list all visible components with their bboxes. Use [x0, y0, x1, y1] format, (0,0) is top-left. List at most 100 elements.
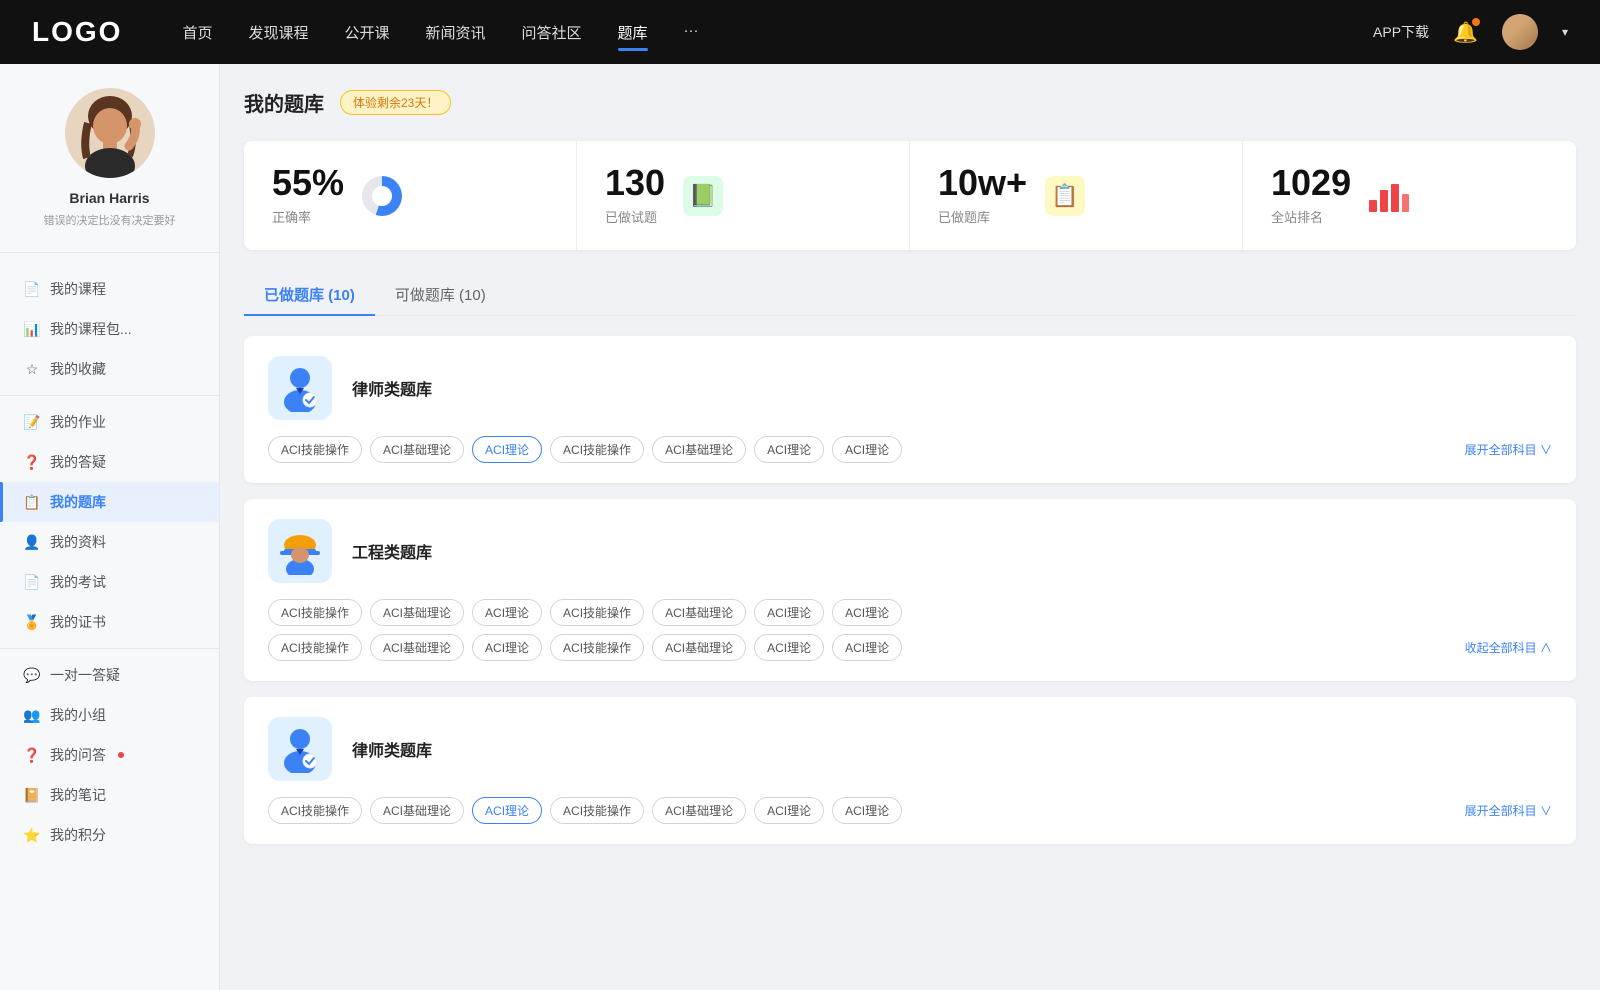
qbank-expand-btn-2[interactable]: 展开全部科目 ∨ — [1465, 802, 1552, 819]
sidebar-label-myqa: 我的问答 — [50, 745, 106, 765]
sidebar-item-group[interactable]: 👥 我的小组 — [0, 695, 219, 735]
homework-icon: 📝 — [24, 414, 40, 430]
qbank-lawyer-2-tags: ACI技能操作 ACI基础理论 ACI理论 ACI技能操作 ACI基础理论 AC… — [268, 797, 1552, 824]
qbank-lawyer-icon — [268, 356, 332, 420]
sidebar-motto: 错误的决定比没有决定要好 — [44, 212, 176, 228]
sidebar-item-favorites[interactable]: ☆ 我的收藏 — [0, 349, 219, 389]
user-dropdown-chevron[interactable]: ▾ — [1562, 25, 1568, 39]
sidebar-item-course-pkg[interactable]: 📊 我的课程包... — [0, 309, 219, 349]
sidebar-item-points[interactable]: ⭐ 我的积分 — [0, 815, 219, 855]
sidebar-item-doubts[interactable]: ❓ 我的答疑 — [0, 442, 219, 482]
tab-todo[interactable]: 可做题库 (10) — [375, 274, 506, 315]
qbank-tag-selected[interactable]: ACI理论 — [472, 797, 542, 824]
qbank-tag[interactable]: ACI理论 — [832, 634, 902, 661]
qbank-tag[interactable]: ACI技能操作 — [550, 797, 644, 824]
rank-chart-icon — [1369, 176, 1409, 216]
sidebar-label-exam: 我的考试 — [50, 572, 106, 592]
qbank-tag[interactable]: ACI基础理论 — [652, 797, 746, 824]
qbank-tag-selected[interactable]: ACI理论 — [472, 436, 542, 463]
qbank-tag[interactable]: ACI技能操作 — [268, 599, 362, 626]
nav-home[interactable]: 首页 — [182, 18, 212, 47]
sidebar-item-course[interactable]: 📄 我的课程 — [0, 269, 219, 309]
qbank-tag[interactable]: ACI技能操作 — [550, 436, 644, 463]
qbank-tag[interactable]: ACI技能操作 — [268, 797, 362, 824]
qbank-expand-btn[interactable]: 展开全部科目 ∨ — [1465, 441, 1552, 458]
menu-divider-1 — [0, 395, 219, 396]
qbank-tag[interactable]: ACI理论 — [832, 436, 902, 463]
sidebar-item-qbank[interactable]: 📋 我的题库 — [0, 482, 219, 522]
stat-accuracy: 55% 正确率 — [244, 141, 577, 250]
qbank-tag[interactable]: ACI技能操作 — [550, 634, 644, 661]
sidebar-item-myqa[interactable]: ❓ 我的问答 — [0, 735, 219, 775]
lawyer-svg — [276, 364, 324, 412]
qbank-tag[interactable]: ACI技能操作 — [550, 599, 644, 626]
sidebar-label-1on1: 一对一答疑 — [50, 665, 120, 685]
navbar-logo[interactable]: LOGO — [32, 16, 122, 48]
exam-icon: 📄 — [24, 574, 40, 590]
nav-qa[interactable]: 问答社区 — [522, 18, 582, 47]
sidebar-item-profile[interactable]: 👤 我的资料 — [0, 522, 219, 562]
nav-open-course[interactable]: 公开课 — [344, 18, 389, 47]
qbank-tag[interactable]: ACI理论 — [472, 599, 542, 626]
qbank-engineer-tags-row2: ACI技能操作 ACI基础理论 ACI理论 ACI技能操作 ACI基础理论 AC… — [268, 634, 1552, 661]
avatar-image — [1502, 14, 1538, 50]
sidebar-item-exam[interactable]: 📄 我的考试 — [0, 562, 219, 602]
sidebar-label-course: 我的课程 — [50, 279, 106, 299]
stat-accuracy-label: 正确率 — [272, 207, 344, 226]
tab-done[interactable]: 已做题库 (10) — [244, 274, 375, 315]
qbank-tag[interactable]: ACI理论 — [754, 797, 824, 824]
1on1-icon: 💬 — [24, 667, 40, 683]
qbank-tag[interactable]: ACI基础理论 — [370, 436, 464, 463]
sidebar-item-homework[interactable]: 📝 我的作业 — [0, 402, 219, 442]
app-download-link[interactable]: APP下载 — [1373, 22, 1429, 42]
myqa-notification-dot — [118, 752, 124, 758]
book-icon: 📗 — [683, 176, 723, 216]
cert-icon: 🏅 — [24, 614, 40, 630]
stat-rank-text: 1029 全站排名 — [1271, 165, 1351, 226]
qbank-tag[interactable]: ACI基础理论 — [370, 634, 464, 661]
stat-done-banks: 10w+ 已做题库 📋 — [910, 141, 1243, 250]
nav-more[interactable]: ··· — [684, 18, 699, 47]
qbank-card-engineer-header: 工程类题库 — [268, 519, 1552, 583]
notification-bell[interactable]: 🔔 — [1453, 20, 1478, 45]
qbank-tag[interactable]: ACI技能操作 — [268, 634, 362, 661]
profile-avatar — [65, 88, 155, 178]
sidebar-label-profile: 我的资料 — [50, 532, 106, 552]
qbank-engineer-name: 工程类题库 — [352, 539, 432, 563]
sidebar-label-group: 我的小组 — [50, 705, 106, 725]
qbank-tag[interactable]: ACI理论 — [832, 797, 902, 824]
qbank-tag[interactable]: ACI基础理论 — [652, 634, 746, 661]
user-avatar[interactable] — [1502, 14, 1538, 50]
sidebar-item-1on1[interactable]: 💬 一对一答疑 — [0, 655, 219, 695]
nav-news[interactable]: 新闻资讯 — [426, 18, 486, 47]
qbank-card-engineer: 工程类题库 ACI技能操作 ACI基础理论 ACI理论 ACI技能操作 ACI基… — [244, 499, 1576, 681]
qbank-tag[interactable]: ACI技能操作 — [268, 436, 362, 463]
sidebar-label-qbank: 我的题库 — [50, 492, 106, 512]
nav-qbank[interactable]: 题库 — [618, 18, 648, 47]
myqa-icon: ❓ — [24, 747, 40, 763]
stat-done-banks-value: 10w+ — [938, 165, 1027, 201]
qbank-tag[interactable]: ACI基础理论 — [652, 599, 746, 626]
qbank-tag[interactable]: ACI理论 — [754, 634, 824, 661]
sidebar-label-favorites: 我的收藏 — [50, 359, 106, 379]
sidebar-item-notes[interactable]: 📔 我的笔记 — [0, 775, 219, 815]
qbank-tag[interactable]: ACI理论 — [754, 599, 824, 626]
navbar: LOGO 首页 发现课程 公开课 新闻资讯 问答社区 题库 ··· APP下载 … — [0, 0, 1600, 64]
sidebar-label-course-pkg: 我的课程包... — [50, 319, 132, 339]
sidebar-label-homework: 我的作业 — [50, 412, 106, 432]
qbank-tag[interactable]: ACI基础理论 — [370, 797, 464, 824]
course-icon: 📄 — [24, 281, 40, 297]
qbank-tag[interactable]: ACI理论 — [472, 634, 542, 661]
qbank-tag[interactable]: ACI基础理论 — [652, 436, 746, 463]
qbank-tag[interactable]: ACI基础理论 — [370, 599, 464, 626]
page-title: 我的题库 — [244, 88, 324, 117]
stat-done-questions-value: 130 — [605, 165, 665, 201]
sidebar-item-cert[interactable]: 🏅 我的证书 — [0, 602, 219, 642]
sidebar-label-doubts: 我的答疑 — [50, 452, 106, 472]
qbank-tag[interactable]: ACI理论 — [754, 436, 824, 463]
sidebar: Brian Harris 错误的决定比没有决定要好 📄 我的课程 📊 我的课程包… — [0, 64, 220, 990]
qbank-tag[interactable]: ACI理论 — [832, 599, 902, 626]
sidebar-label-notes: 我的笔记 — [50, 785, 106, 805]
nav-discover[interactable]: 发现课程 — [248, 18, 308, 47]
qbank-collapse-btn[interactable]: 收起全部科目 ∧ — [1465, 639, 1552, 656]
